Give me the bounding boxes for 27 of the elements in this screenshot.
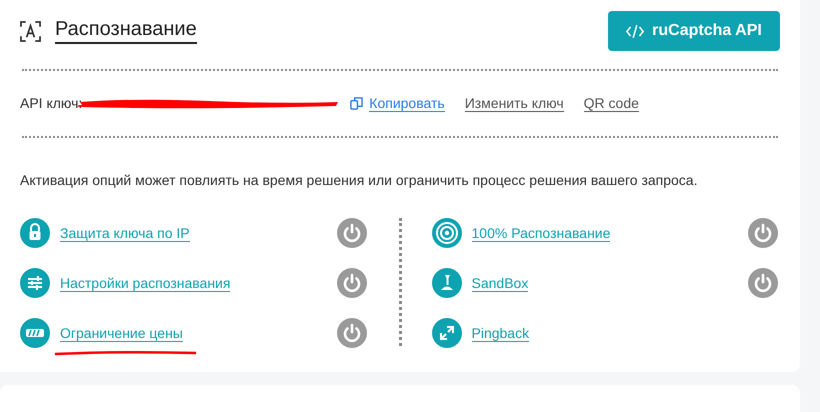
copy-icon — [350, 96, 364, 110]
option-link[interactable]: Настройки распознавания — [60, 274, 230, 292]
option-link[interactable]: SandBox — [472, 274, 528, 292]
power-toggle[interactable] — [336, 218, 366, 248]
api-key-action-link[interactable]: Копировать — [369, 94, 445, 112]
text-recognition-icon — [20, 20, 41, 42]
arrows-icon — [432, 318, 462, 348]
section-title: Распознавание — [55, 18, 197, 44]
code-icon — [626, 24, 644, 38]
power-toggle[interactable] — [336, 318, 366, 348]
api-button[interactable]: ruCaptcha API — [608, 11, 780, 51]
target-icon — [432, 218, 462, 248]
option-link[interactable]: 100% Распознавание — [472, 224, 610, 242]
sliders-icon — [20, 268, 50, 298]
option-link[interactable]: Ограничение цены — [60, 324, 183, 342]
lock-icon — [20, 218, 50, 248]
api-key-action-link[interactable]: QR code — [584, 94, 639, 112]
api-key-action-link[interactable]: Изменить ключ — [464, 94, 564, 112]
striped-bar-icon — [20, 318, 50, 348]
description-text: Активация опций может повлиять на время решения или ограничить процесс решения вашего запроса. — [20, 172, 698, 188]
power-toggle[interactable] — [336, 268, 366, 298]
api-key-label: API ключ: — [20, 95, 82, 111]
power-toggle[interactable] — [748, 268, 778, 298]
option-link[interactable]: Pingback — [472, 324, 530, 342]
power-toggle[interactable] — [748, 218, 778, 248]
joystick-icon — [432, 268, 462, 298]
option-link[interactable]: Защита ключа по IP — [60, 224, 190, 242]
